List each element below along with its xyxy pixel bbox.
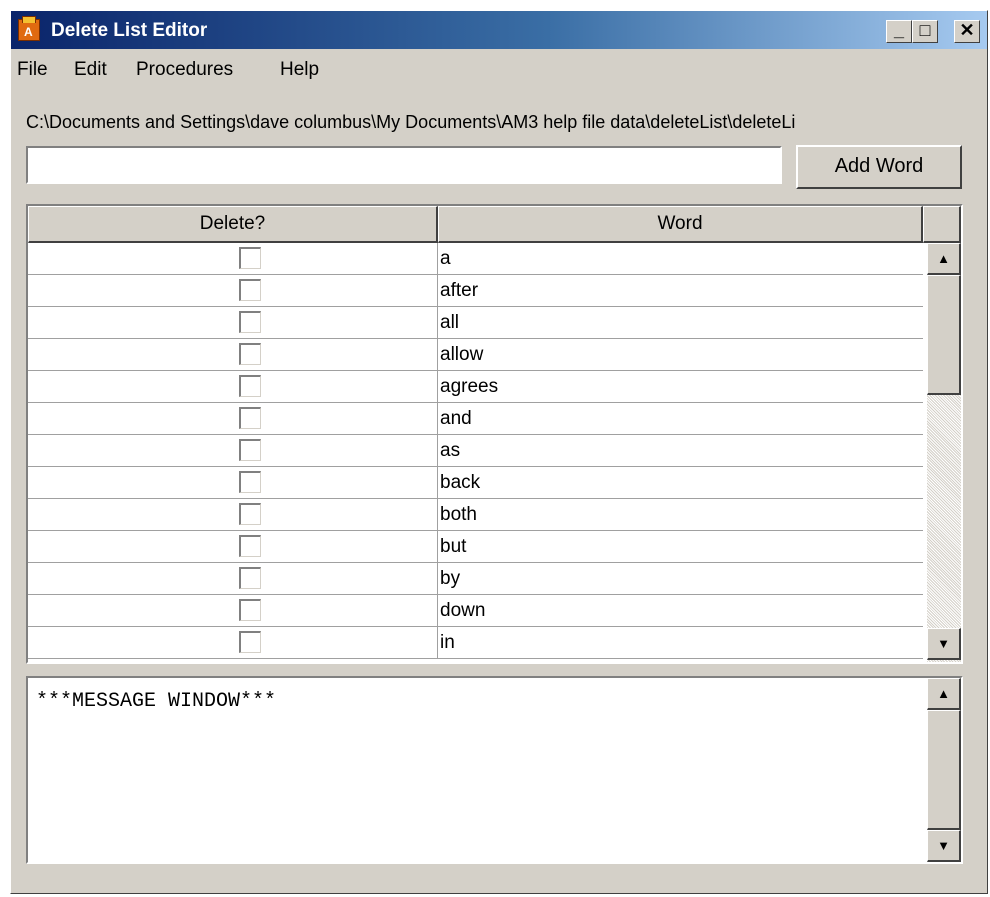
arrow-down-icon: ▼	[937, 838, 950, 853]
message-scroll-down-button[interactable]: ▼	[927, 830, 961, 862]
table-row[interactable]: agrees	[28, 371, 923, 403]
table-row[interactable]: in	[28, 627, 923, 659]
message-window[interactable]: ***MESSAGE WINDOW*** ▲ ▼	[26, 676, 963, 864]
app-icon[interactable]	[18, 16, 40, 41]
delete-cell	[28, 531, 438, 562]
title-bar[interactable]: Delete List Editor _ □ ✕	[11, 11, 987, 49]
delete-cell	[28, 403, 438, 434]
delete-cell	[28, 307, 438, 338]
delete-cell	[28, 563, 438, 594]
delete-checkbox[interactable]	[239, 503, 261, 525]
word-table: Delete? Word a after all allow agrees and as ba…	[26, 204, 963, 664]
menu-file[interactable]: File	[17, 59, 48, 81]
table-row[interactable]: and	[28, 403, 923, 435]
table-row[interactable]: both	[28, 499, 923, 531]
delete-checkbox[interactable]	[239, 535, 261, 557]
add-word-button[interactable]: Add Word	[796, 145, 962, 189]
table-row[interactable]: as	[28, 435, 923, 467]
menu-bar: File Edit Procedures Help	[11, 55, 987, 89]
table-row[interactable]: a	[28, 243, 923, 275]
table-row[interactable]: after	[28, 275, 923, 307]
menu-help[interactable]: Help	[280, 59, 319, 81]
minimize-button[interactable]: _	[886, 20, 912, 43]
word-cell[interactable]: allow	[439, 339, 924, 370]
table-rows: a after all allow agrees and as back both but by do…	[28, 243, 923, 659]
delete-checkbox[interactable]	[239, 375, 261, 397]
delete-checkbox[interactable]	[239, 471, 261, 493]
scroll-down-button[interactable]: ▼	[927, 628, 961, 660]
arrow-up-icon: ▲	[937, 686, 950, 701]
delete-checkbox[interactable]	[239, 439, 261, 461]
word-cell[interactable]: and	[439, 403, 924, 434]
delete-checkbox[interactable]	[239, 279, 261, 301]
delete-checkbox[interactable]	[239, 407, 261, 429]
table-vertical-scrollbar[interactable]: ▲ ▼	[927, 243, 961, 662]
delete-cell	[28, 371, 438, 402]
delete-cell	[28, 243, 438, 274]
word-cell[interactable]: down	[439, 595, 924, 626]
table-row[interactable]: back	[28, 467, 923, 499]
delete-checkbox[interactable]	[239, 567, 261, 589]
scroll-up-button[interactable]: ▲	[927, 243, 961, 275]
column-header-word[interactable]: Word	[438, 206, 923, 243]
menu-procedures[interactable]: Procedures	[136, 59, 233, 81]
message-scroll-up-button[interactable]: ▲	[927, 678, 961, 710]
column-header-delete[interactable]: Delete?	[28, 206, 438, 243]
word-cell[interactable]: all	[439, 307, 924, 338]
word-cell[interactable]: both	[439, 499, 924, 530]
word-cell[interactable]: in	[439, 627, 924, 658]
table-row[interactable]: allow	[28, 339, 923, 371]
word-cell[interactable]: as	[439, 435, 924, 466]
delete-checkbox[interactable]	[239, 599, 261, 621]
table-row[interactable]: but	[28, 531, 923, 563]
word-cell[interactable]: a	[439, 243, 924, 274]
message-window-text: ***MESSAGE WINDOW***	[36, 690, 277, 713]
word-cell[interactable]: but	[439, 531, 924, 562]
word-cell[interactable]: back	[439, 467, 924, 498]
delete-cell	[28, 627, 438, 658]
maximize-button[interactable]: □	[912, 20, 938, 43]
delete-checkbox[interactable]	[239, 311, 261, 333]
column-header-corner	[923, 206, 961, 243]
delete-cell	[28, 595, 438, 626]
delete-cell	[28, 435, 438, 466]
table-row[interactable]: by	[28, 563, 923, 595]
word-cell[interactable]: agrees	[439, 371, 924, 402]
delete-cell	[28, 275, 438, 306]
close-button[interactable]: ✕	[954, 20, 980, 43]
delete-checkbox[interactable]	[239, 631, 261, 653]
word-input[interactable]	[26, 146, 782, 184]
delete-checkbox[interactable]	[239, 343, 261, 365]
menu-edit[interactable]: Edit	[74, 59, 107, 81]
message-scroll-thumb[interactable]	[927, 710, 961, 830]
window-title: Delete List Editor	[51, 20, 208, 41]
delete-cell	[28, 339, 438, 370]
file-path-label: C:\Documents and Settings\dave columbus\…	[26, 112, 796, 132]
table-row[interactable]: all	[28, 307, 923, 339]
delete-cell	[28, 467, 438, 498]
message-vertical-scrollbar[interactable]: ▲ ▼	[927, 678, 961, 862]
delete-cell	[28, 499, 438, 530]
word-cell[interactable]: after	[439, 275, 924, 306]
arrow-down-icon: ▼	[937, 636, 950, 651]
delete-checkbox[interactable]	[239, 247, 261, 269]
scroll-thumb[interactable]	[927, 275, 961, 395]
table-row[interactable]: down	[28, 595, 923, 627]
word-cell[interactable]: by	[439, 563, 924, 594]
arrow-up-icon: ▲	[937, 251, 950, 266]
